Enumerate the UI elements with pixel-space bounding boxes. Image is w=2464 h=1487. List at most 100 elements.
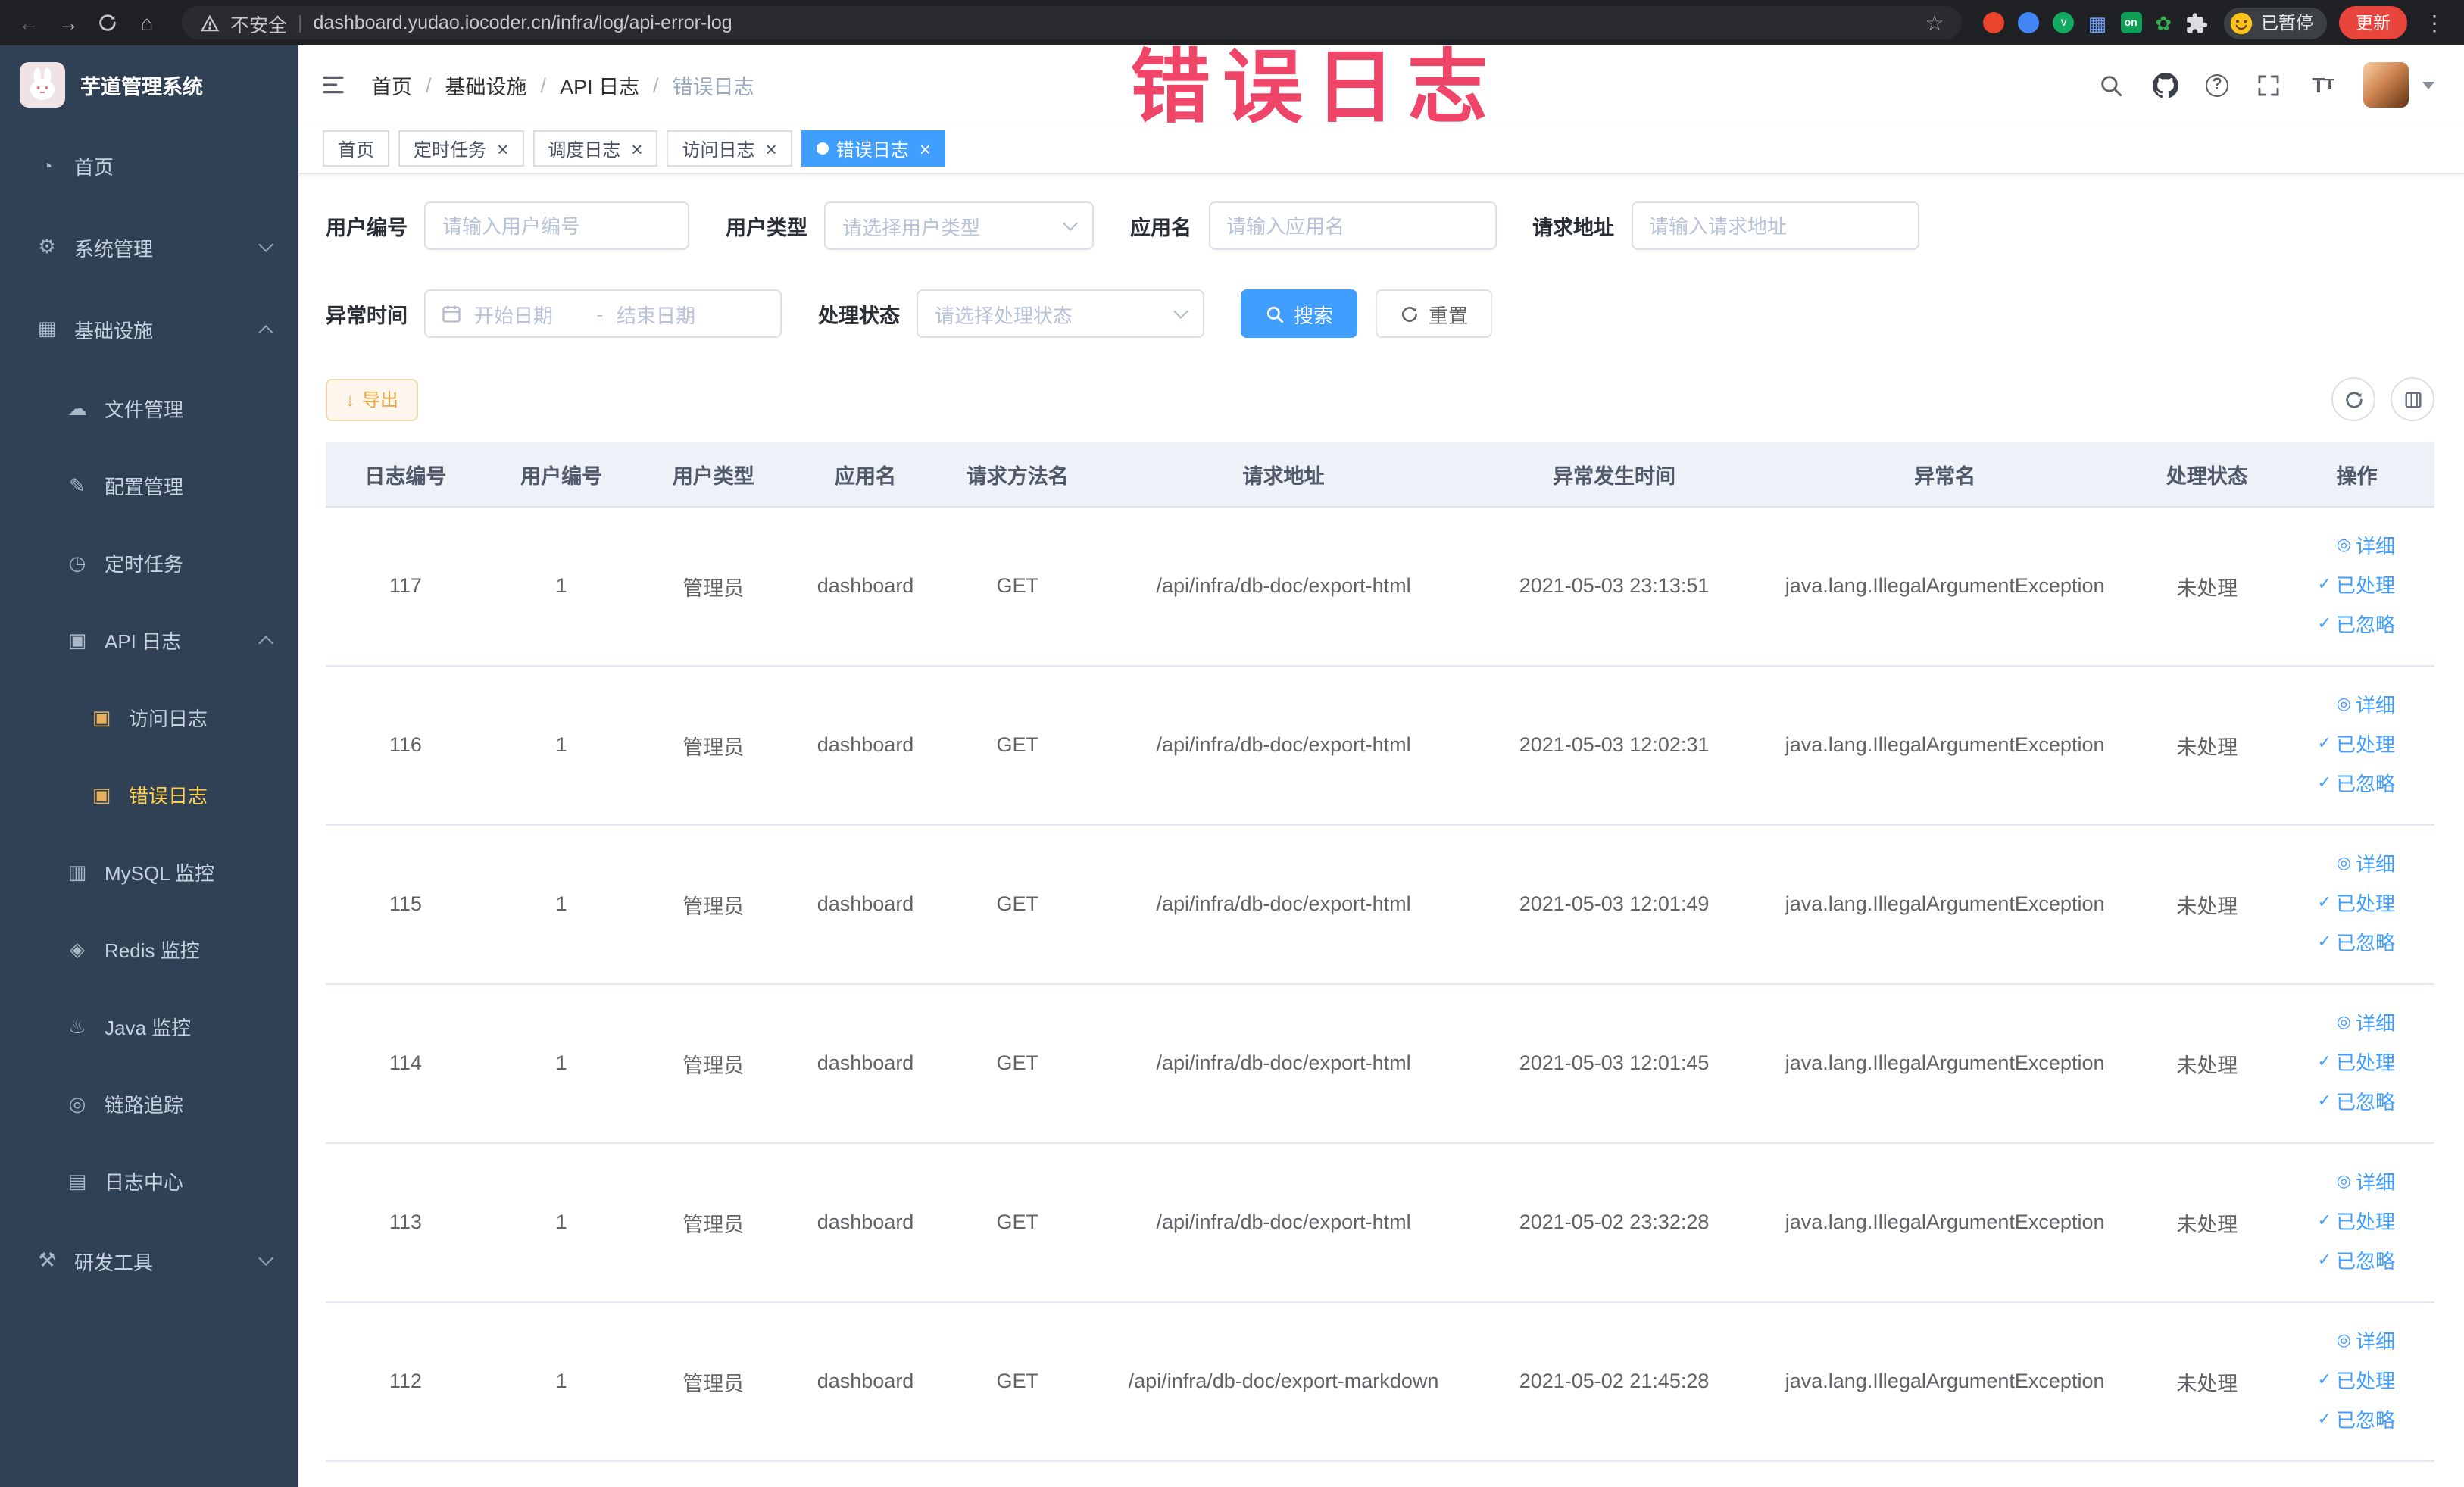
close-icon[interactable]: × — [766, 139, 777, 158]
cell-status: 未处理 — [2135, 983, 2280, 1143]
close-icon[interactable]: × — [497, 139, 508, 158]
url-bar[interactable]: 不安全 | dashboard.yudao.iocoder.cn/infra/l… — [182, 6, 1963, 39]
action-processed-link[interactable]: ✓ 已处理 — [2318, 725, 2395, 764]
cell-method: GET — [941, 506, 1094, 666]
tab-home[interactable]: 首页 — [323, 130, 390, 167]
sidebar-item-scheduled-tasks[interactable]: ◷ 定时任务 — [0, 524, 298, 601]
browser-reload-icon[interactable] — [94, 12, 121, 33]
extension-on-badge[interactable]: on — [2120, 12, 2142, 33]
breadcrumb-item[interactable]: 基础设施 — [445, 70, 527, 100]
action-ignored-link[interactable]: ✓ 已忽略 — [2318, 605, 2395, 645]
action-ignored-link[interactable]: ✓ 已忽略 — [2318, 1242, 2395, 1281]
security-label[interactable]: 不安全 — [230, 8, 287, 37]
cell-method: GET — [941, 665, 1094, 825]
user-id-input[interactable] — [424, 201, 689, 250]
tab-schedule-log[interactable]: 调度日志 × — [532, 130, 658, 167]
cell-time: 2021-05-02 21:45:28 — [1473, 1301, 1755, 1461]
action-label: 详细 — [2355, 534, 2395, 557]
extension-icon-2[interactable] — [2018, 12, 2040, 33]
sidebar-item-redis-monitor[interactable]: ◈ Redis 监控 — [0, 911, 298, 988]
cell-exception: java.lang.IllegalArgumentException — [1754, 824, 2135, 984]
bookmark-star-icon[interactable]: ☆ — [1925, 10, 1944, 36]
url-text[interactable]: dashboard.yudao.iocoder.cn/infra/log/api… — [314, 12, 732, 33]
sidebar-item-home[interactable]: ◔ 首页 — [0, 124, 298, 206]
column-header-exception: 异常名 — [1754, 442, 2135, 507]
sidebar-item-file-management[interactable]: ☁ 文件管理 — [0, 370, 298, 447]
github-icon[interactable] — [2151, 70, 2180, 99]
action-detail-link[interactable]: ◎ 详细 — [2337, 1163, 2395, 1202]
refresh-button[interactable] — [2331, 377, 2375, 421]
column-header-url: 请求地址 — [1093, 442, 1474, 507]
extensions-puzzle-icon[interactable] — [2184, 11, 2211, 34]
sidebar-item-api-log[interactable]: ▣ API 日志 — [0, 601, 298, 679]
action-ignored-link[interactable]: ✓ 已忽略 — [2318, 1082, 2395, 1122]
extension-icon-6[interactable]: ✿ — [2155, 13, 2172, 33]
file-icon: ☁ — [67, 396, 87, 419]
request-url-input[interactable] — [1631, 201, 1919, 250]
tab-access-log[interactable]: 访问日志 × — [667, 130, 792, 167]
action-label: 已处理 — [2335, 733, 2395, 755]
action-ignored-link[interactable]: ✓ 已忽略 — [2318, 764, 2395, 804]
action-detail-link[interactable]: ◎ 详细 — [2337, 1322, 2395, 1361]
export-button[interactable]: ↓ 导出 — [326, 378, 419, 420]
sidebar-item-log-center[interactable]: ▤ 日志中心 — [0, 1142, 298, 1220]
action-ignored-link[interactable]: ✓ 已忽略 — [2318, 923, 2395, 963]
action-processed-link[interactable]: ✓ 已处理 — [2318, 884, 2395, 923]
update-button[interactable]: 更新 — [2339, 6, 2407, 39]
search-icon[interactable] — [2097, 70, 2125, 99]
sidebar-toggle-icon[interactable] — [320, 71, 347, 98]
action-ignored-link[interactable]: ✓ 已忽略 — [2318, 1401, 2395, 1440]
sidebar-item-access-log[interactable]: ▣ 访问日志 — [0, 679, 298, 756]
reset-button[interactable]: 重置 — [1376, 289, 1493, 338]
breadcrumb-item[interactable]: API 日志 — [560, 70, 639, 100]
close-icon[interactable]: × — [631, 139, 642, 158]
action-processed-link[interactable]: ✓ 已处理 — [2318, 566, 2395, 605]
action-detail-link[interactable]: ◎ 详细 — [2337, 845, 2395, 884]
action-processed-link[interactable]: ✓ 已处理 — [2318, 1361, 2395, 1401]
user-avatar[interactable] — [2363, 62, 2409, 108]
app-name-input[interactable] — [1208, 201, 1496, 250]
action-processed-link[interactable]: ✓ 已处理 — [2318, 1043, 2395, 1082]
sidebar-item-system-management[interactable]: ⚙ 系统管理 — [0, 206, 298, 288]
browser-home-icon[interactable]: ⌂ — [133, 12, 161, 33]
action-processed-link[interactable]: ✓ 已处理 — [2318, 1202, 2395, 1242]
browser-menu-icon[interactable]: ⋮ — [2419, 10, 2450, 36]
extension-icon-3[interactable]: v — [2053, 12, 2075, 33]
sidebar-item-infrastructure[interactable]: ▦ 基础设施 — [0, 288, 298, 370]
sidebar-item-dev-tools[interactable]: ⚒ 研发工具 — [0, 1220, 298, 1301]
action-label: 已处理 — [2335, 573, 2395, 596]
profile-chip[interactable]: 已暂停 — [2223, 7, 2327, 39]
cell-time: 2021-05-03 12:01:49 — [1473, 824, 1755, 984]
sidebar-item-java-monitor[interactable]: ♨ Java 监控 — [0, 988, 298, 1065]
fullscreen-icon[interactable] — [2254, 70, 2283, 99]
search-button[interactable]: 搜索 — [1241, 289, 1358, 338]
help-icon[interactable]: ? — [2206, 73, 2228, 96]
eye-icon: ◎ — [2336, 1173, 2351, 1191]
breadcrumb-item[interactable]: 首页 — [371, 70, 412, 100]
tab-scheduled-tasks[interactable]: 定时任务 × — [398, 130, 524, 167]
cell-id: 112 — [326, 1301, 486, 1461]
process-status-select[interactable]: 请选择处理状态 — [917, 289, 1204, 338]
sidebar-item-config-management[interactable]: ✎ 配置管理 — [0, 447, 298, 524]
action-detail-link[interactable]: ◎ 详细 — [2337, 1004, 2395, 1043]
user-type-select[interactable]: 请选择用户类型 — [824, 201, 1094, 250]
column-settings-button[interactable] — [2391, 377, 2434, 421]
browser-back-icon[interactable]: ← — [15, 12, 42, 33]
date-range-picker[interactable]: 开始日期 - 结束日期 — [424, 289, 782, 338]
extension-icon-4[interactable]: ▦ — [2088, 13, 2107, 33]
close-icon[interactable]: × — [920, 139, 931, 158]
tab-error-log[interactable]: 错误日志 × — [801, 130, 946, 167]
security-warning-icon[interactable] — [200, 13, 220, 33]
font-size-icon[interactable]: TT — [2309, 70, 2338, 99]
caret-down-icon[interactable] — [2422, 81, 2434, 89]
breadcrumb: 首页 / 基础设施 / API 日志 / 错误日志 — [371, 70, 754, 100]
extension-icon-1[interactable] — [1983, 12, 2005, 33]
access-log-icon: ▣ — [92, 705, 111, 728]
action-detail-link[interactable]: ◎ 详细 — [2337, 686, 2395, 725]
sidebar-item-mysql-monitor[interactable]: ▥ MySQL 监控 — [0, 833, 298, 911]
browser-forward-icon[interactable]: → — [55, 12, 82, 33]
sidebar-item-trace[interactable]: ◎ 链路追踪 — [0, 1065, 298, 1142]
cell-id: 114 — [326, 983, 486, 1143]
action-detail-link[interactable]: ◎ 详细 — [2337, 526, 2395, 566]
sidebar-item-error-log[interactable]: ▣ 错误日志 — [0, 756, 298, 833]
